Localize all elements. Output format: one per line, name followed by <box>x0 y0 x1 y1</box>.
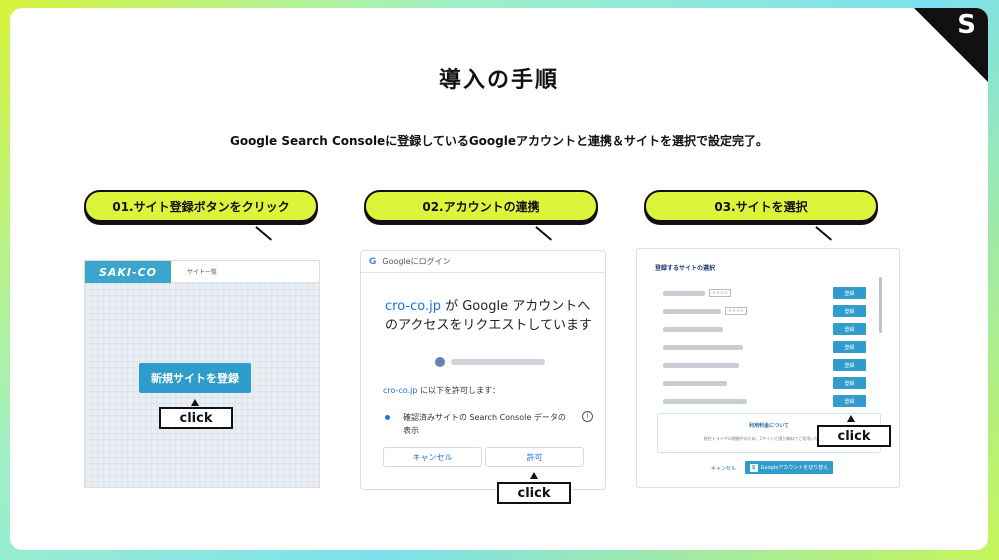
domain-tag: ドメイン <box>725 307 747 315</box>
site-url-redacted <box>663 345 743 350</box>
site-url-redacted <box>663 327 723 332</box>
google-icon: G <box>369 256 377 267</box>
cancel-link[interactable]: キャンセル <box>711 465 736 472</box>
register-button[interactable]: 登録 <box>833 323 866 335</box>
account-chip[interactable] <box>435 357 545 367</box>
step-2-screenshot: G Googleにログイン cro-co.jp が Google アカウントへの… <box>360 250 606 490</box>
site-row: ドメイン 登録 <box>663 287 868 301</box>
pointer-triangle-1 <box>191 399 199 406</box>
site-url-redacted <box>663 381 727 386</box>
slide-frame: S 導入の手順 Google Search Consoleに登録しているGoog… <box>10 8 988 550</box>
allow-button[interactable]: 許可 <box>485 447 584 467</box>
permission-item-text: 確認済みサイトの Search Console データの表示 <box>403 413 566 435</box>
bullet-icon <box>385 415 390 420</box>
register-button[interactable]: 登録 <box>833 359 866 371</box>
step-3-tail <box>815 226 832 241</box>
site-row: 登録 <box>663 377 868 391</box>
step-2-label: 02.アカウントの連携 <box>364 190 598 222</box>
permission-text: に以下を許可します： <box>417 386 500 395</box>
step-2-tail <box>535 226 552 241</box>
permission-intro: cro-co.jp に以下を許可します： <box>383 385 500 396</box>
site-row: ドメイン 登録 <box>663 305 868 319</box>
register-button[interactable]: 登録 <box>833 305 866 317</box>
click-callout-2: click <box>497 482 571 504</box>
google-login-text: Googleにログイン <box>382 257 451 266</box>
site-row: 登録 <box>663 359 868 373</box>
click-callout-1: click <box>159 407 233 429</box>
domain-tag: ドメイン <box>709 289 731 297</box>
app-logo: SAKI-CO <box>85 261 171 283</box>
register-button[interactable]: 登録 <box>833 341 866 353</box>
oauth-heading: cro-co.jp が Google アカウントへのアクセスをリクエストしていま… <box>385 297 597 335</box>
app-header: SAKI-CO サイト一覧 <box>85 261 319 283</box>
pointer-triangle-3 <box>847 415 855 422</box>
google-login-bar: G Googleにログイン <box>361 251 605 273</box>
step-1-label: 01.サイト登録ボタンをクリック <box>84 190 318 222</box>
account-email-redacted <box>451 359 545 365</box>
switch-google-account-label: Googleアカウントを切り替え <box>760 465 829 471</box>
info-icon[interactable]: i <box>582 411 593 422</box>
register-button[interactable]: 登録 <box>833 377 866 389</box>
step-3-label: 03.サイトを選択 <box>644 190 878 222</box>
nav-site-list[interactable]: サイト一覧 <box>187 267 217 276</box>
avatar <box>435 357 445 367</box>
cancel-button[interactable]: キャンセル <box>383 447 482 467</box>
site-url-redacted <box>663 399 747 404</box>
site-row: 登録 <box>663 395 868 409</box>
click-callout-3: click <box>817 425 891 447</box>
register-button[interactable]: 登録 <box>833 395 866 407</box>
step-3-screenshot: 登録するサイトの選択 ドメイン 登録 ドメイン 登録 登録 登録 登録 登録 登… <box>636 248 900 488</box>
switch-google-account-button[interactable]: S Googleアカウントを切り替え <box>745 461 833 474</box>
list-scrollbar[interactable] <box>879 277 882 333</box>
site-url-redacted <box>663 291 705 296</box>
pointer-triangle-2 <box>530 472 538 479</box>
step-1-tail <box>255 226 272 241</box>
site-row: 登録 <box>663 341 868 355</box>
permission-domain: cro-co.jp <box>383 386 418 395</box>
corner-logo: S <box>957 10 976 40</box>
page-title: 導入の手順 <box>438 68 559 93</box>
permission-item: 確認済みサイトの Search Console データの表示 i <box>385 411 595 437</box>
register-button[interactable]: 登録 <box>833 287 866 299</box>
site-row: 登録 <box>663 323 868 337</box>
select-site-title: 登録するサイトの選択 <box>655 265 716 272</box>
site-url-redacted <box>663 309 721 314</box>
service-icon: S <box>749 463 758 472</box>
oauth-domain: cro-co.jp <box>385 299 441 314</box>
site-url-redacted <box>663 363 739 368</box>
step-1-screenshot: SAKI-CO サイト一覧 新規サイトを登録 click <box>84 260 320 488</box>
page-subtitle: Google Search Consoleに登録しているGoogleアカウントと… <box>229 134 769 148</box>
new-site-button[interactable]: 新規サイトを登録 <box>139 363 251 393</box>
app-body: 新規サイトを登録 click <box>85 283 319 487</box>
